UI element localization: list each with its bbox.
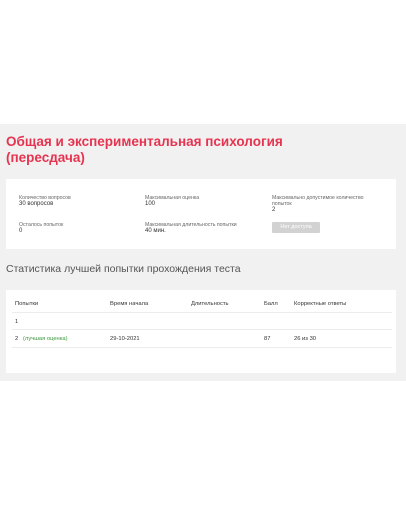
row-divider [12, 329, 392, 330]
row-divider [12, 312, 392, 313]
max-duration-value: 40 мин. [145, 228, 166, 234]
max-attempts-field: Максимально допустимое количество попыто… [272, 195, 372, 214]
page-title: Общая и экспериментальная психология (пе… [6, 134, 283, 165]
row-divider [12, 347, 392, 348]
max-duration-field: Максимальная длительность попытки 40 мин… [145, 222, 237, 235]
column-header-attempts: Попытки [15, 301, 39, 307]
attempts-left-label: Осталось попыток [19, 222, 64, 228]
test-info-card: Количество вопросов 30 вопросов Максимал… [6, 179, 396, 249]
score-value: 87 [264, 336, 271, 342]
attempts-left-value: 0 [19, 228, 23, 234]
no-access-button[interactable]: Нет доступа [272, 222, 320, 233]
column-header-correct-answers: Корректные ответы [294, 301, 347, 307]
attempt-number: 2 [15, 336, 19, 342]
questions-count-value: 30 вопросов [19, 201, 54, 207]
stats-section-title: Статистика лучшей попытки прохождения те… [6, 263, 241, 275]
max-score-field: Максимальная оценка 100 [145, 195, 199, 208]
max-score-value: 100 [145, 201, 156, 207]
column-header-score: Балл [264, 301, 278, 307]
best-score-label: (лучшая оценка) [23, 336, 68, 342]
attempts-left-field: Осталось попыток 0 [19, 222, 63, 235]
correct-answers-value: 26 из 30 [294, 336, 317, 342]
column-header-start-time: Время начала [110, 301, 149, 307]
column-header-duration: Длительность [191, 301, 229, 307]
start-time-value: 29-10-2021 [110, 336, 140, 342]
max-attempts-label: Максимально допустимое количество попыто… [272, 195, 364, 207]
attempt-number: 1 [15, 319, 19, 325]
stats-table: Попытки Время начала Длительность Балл К… [6, 290, 396, 373]
max-attempts-value: 2 [272, 207, 276, 213]
questions-count-field: Количество вопросов 30 вопросов [19, 195, 71, 208]
